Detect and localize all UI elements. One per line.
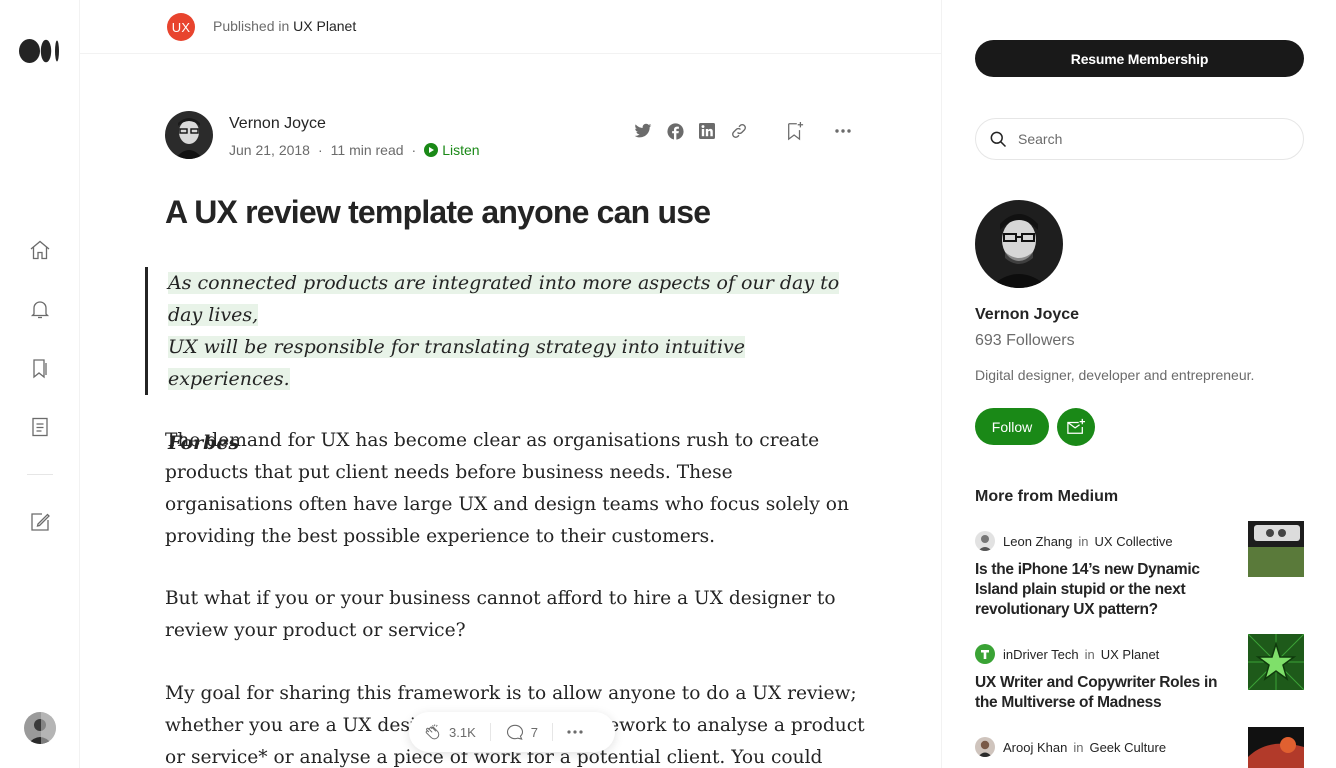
resume-membership-button[interactable]: Resume Membership	[975, 40, 1304, 77]
floating-action-bar: 3.1K 7	[409, 712, 615, 752]
story-publication[interactable]: Geek Culture	[1089, 740, 1166, 755]
notifications-bell-icon[interactable]	[28, 297, 52, 321]
linkedin-icon[interactable]	[696, 120, 718, 142]
floatbar-divider	[551, 723, 553, 741]
meta-separator: ·	[317, 142, 323, 158]
story-in: in	[1078, 533, 1089, 549]
author-bio: Digital designer, developer and entrepre…	[975, 367, 1255, 383]
copy-link-icon[interactable]	[728, 120, 750, 142]
write-icon[interactable]	[28, 510, 52, 534]
paragraph: But what if you or your business cannot …	[165, 588, 836, 641]
response-count: 7	[530, 724, 538, 740]
mail-plus-icon	[1067, 418, 1085, 434]
listen-label: Listen	[442, 142, 480, 158]
bookmark-add-icon[interactable]	[784, 120, 806, 142]
article-column: UX Published in UX Planet Vernon Joyce J…	[80, 0, 942, 768]
story-thumbnail[interactable]	[1248, 521, 1304, 577]
sidebar-author-avatar[interactable]	[975, 200, 1063, 288]
listen-button[interactable]: Listen	[424, 142, 480, 158]
publication-label: Published in UX Planet	[213, 18, 356, 34]
more-from-medium-heading: More from Medium	[975, 488, 1119, 505]
more-options-icon[interactable]	[832, 120, 854, 142]
follower-count[interactable]: 693 Followers	[975, 332, 1075, 350]
author-name-link[interactable]: Vernon Joyce	[229, 115, 326, 133]
story-publication[interactable]: UX Collective	[1095, 534, 1173, 549]
home-icon[interactable]	[28, 238, 52, 262]
quote-line-2[interactable]: UX will be responsible for translating s…	[168, 336, 745, 390]
clap-button[interactable]: 3.1K	[423, 722, 476, 742]
sidebar-author-name[interactable]: Vernon Joyce	[975, 306, 1079, 324]
quote-line-1[interactable]: As connected products are integrated int…	[168, 272, 840, 326]
story-thumbnail[interactable]	[1248, 727, 1304, 768]
article-blockquote: As connected products are integrated int…	[145, 267, 865, 454]
responses-button[interactable]: 7	[505, 722, 538, 742]
story-thumbnail[interactable]	[1248, 634, 1304, 690]
publish-date: Jun 21, 2018	[229, 142, 310, 158]
article-meta: Jun 21, 2018 · 11 min read · Listen	[229, 142, 480, 158]
recommended-story[interactable]: inDriver Tech in UX Planet UX Writer and…	[975, 634, 1304, 713]
story-in: in	[1084, 646, 1095, 662]
twitter-icon[interactable]	[632, 120, 654, 142]
recommended-story[interactable]: Leon Zhang in UX Collective Is the iPhon…	[975, 521, 1304, 620]
recommended-story[interactable]: Arooj Khan in Geek Culture	[975, 727, 1304, 768]
story-author-avatar	[975, 644, 995, 664]
clap-icon	[425, 724, 440, 740]
story-author[interactable]: Arooj Khan	[1003, 740, 1067, 755]
more-actions-icon[interactable]	[567, 730, 583, 734]
play-icon	[424, 143, 439, 157]
search-input[interactable]	[1018, 131, 1288, 147]
story-title[interactable]: UX Writer and Copywriter Roles in the Mu…	[975, 673, 1235, 713]
story-title[interactable]: Is the iPhone 14’s new Dynamic Island pl…	[975, 560, 1235, 620]
search-icon	[990, 131, 1007, 148]
publication-name-link[interactable]: UX Planet	[293, 18, 356, 34]
follow-button[interactable]: Follow	[975, 408, 1049, 445]
subscribe-email-button[interactable]	[1057, 408, 1095, 446]
rail-divider	[27, 474, 53, 475]
meta-separator: ·	[411, 142, 417, 158]
story-author-avatar	[975, 737, 995, 757]
story-author[interactable]: inDriver Tech	[1003, 647, 1079, 662]
story-publication[interactable]: UX Planet	[1101, 647, 1160, 662]
author-row: Vernon Joyce Jun 21, 2018 · 11 min read …	[165, 111, 865, 159]
clap-count: 3.1K	[449, 724, 476, 740]
story-author-avatar	[975, 531, 995, 551]
publication-bar: UX Published in UX Planet	[80, 0, 941, 54]
publication-logo[interactable]: UX	[167, 13, 195, 41]
search-box	[975, 118, 1304, 160]
story-author[interactable]: Leon Zhang	[1003, 534, 1072, 549]
floatbar-divider	[489, 723, 491, 741]
bookmarks-list-icon[interactable]	[28, 356, 52, 380]
paragraph: The demand for UX has become clear as or…	[165, 430, 849, 547]
medium-logo-icon[interactable]	[19, 39, 61, 63]
user-avatar[interactable]	[24, 712, 56, 744]
read-time: 11 min read	[330, 142, 404, 158]
article-title: A UX review template anyone can use	[165, 194, 711, 230]
stories-icon[interactable]	[28, 415, 52, 439]
comment-icon	[506, 724, 523, 740]
story-in: in	[1073, 739, 1084, 755]
left-rail	[0, 0, 80, 768]
facebook-icon[interactable]	[664, 120, 686, 142]
author-avatar[interactable]	[165, 111, 213, 159]
right-sidebar: Resume Membership Vernon Joyce 693 Follo…	[943, 0, 1336, 768]
published-in-text: Published in	[213, 18, 290, 34]
